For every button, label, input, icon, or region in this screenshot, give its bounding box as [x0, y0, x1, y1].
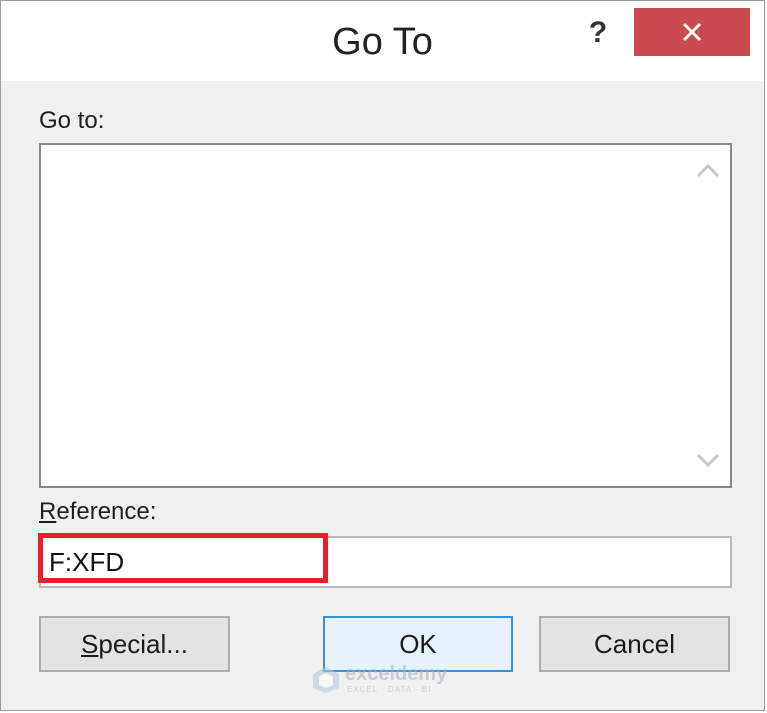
help-button[interactable]: ?: [581, 13, 615, 53]
scroll-up-icon[interactable]: [694, 159, 722, 183]
watermark-logo-icon: [313, 667, 339, 693]
reference-input[interactable]: F:XFD: [39, 536, 732, 588]
go-to-dialog: Go To ? Go to: Reference: F:XFD Special.…: [0, 0, 765, 711]
cancel-button[interactable]: Cancel: [539, 616, 730, 672]
scroll-down-icon[interactable]: [694, 448, 722, 472]
title-bar: Go To ?: [1, 1, 764, 81]
close-button[interactable]: [634, 8, 750, 56]
reference-label-rest: eference:: [56, 498, 157, 525]
special-label-rest: pecial...: [98, 629, 188, 659]
list-scrollbar[interactable]: [686, 145, 730, 486]
special-accesskey: S: [81, 629, 99, 659]
go-to-list[interactable]: [39, 143, 732, 488]
watermark-tagline: EXCEL · DATA · BI: [347, 685, 432, 694]
watermark-name: exceldemy: [345, 663, 448, 685]
go-to-label: Go to:: [39, 107, 105, 134]
watermark: exceldemy EXCEL · DATA · BI: [311, 663, 461, 697]
reference-label: Reference:: [39, 498, 156, 526]
reference-label-accesskey: R: [39, 498, 57, 525]
close-icon: [682, 22, 702, 42]
special-button[interactable]: Special...: [39, 616, 230, 672]
